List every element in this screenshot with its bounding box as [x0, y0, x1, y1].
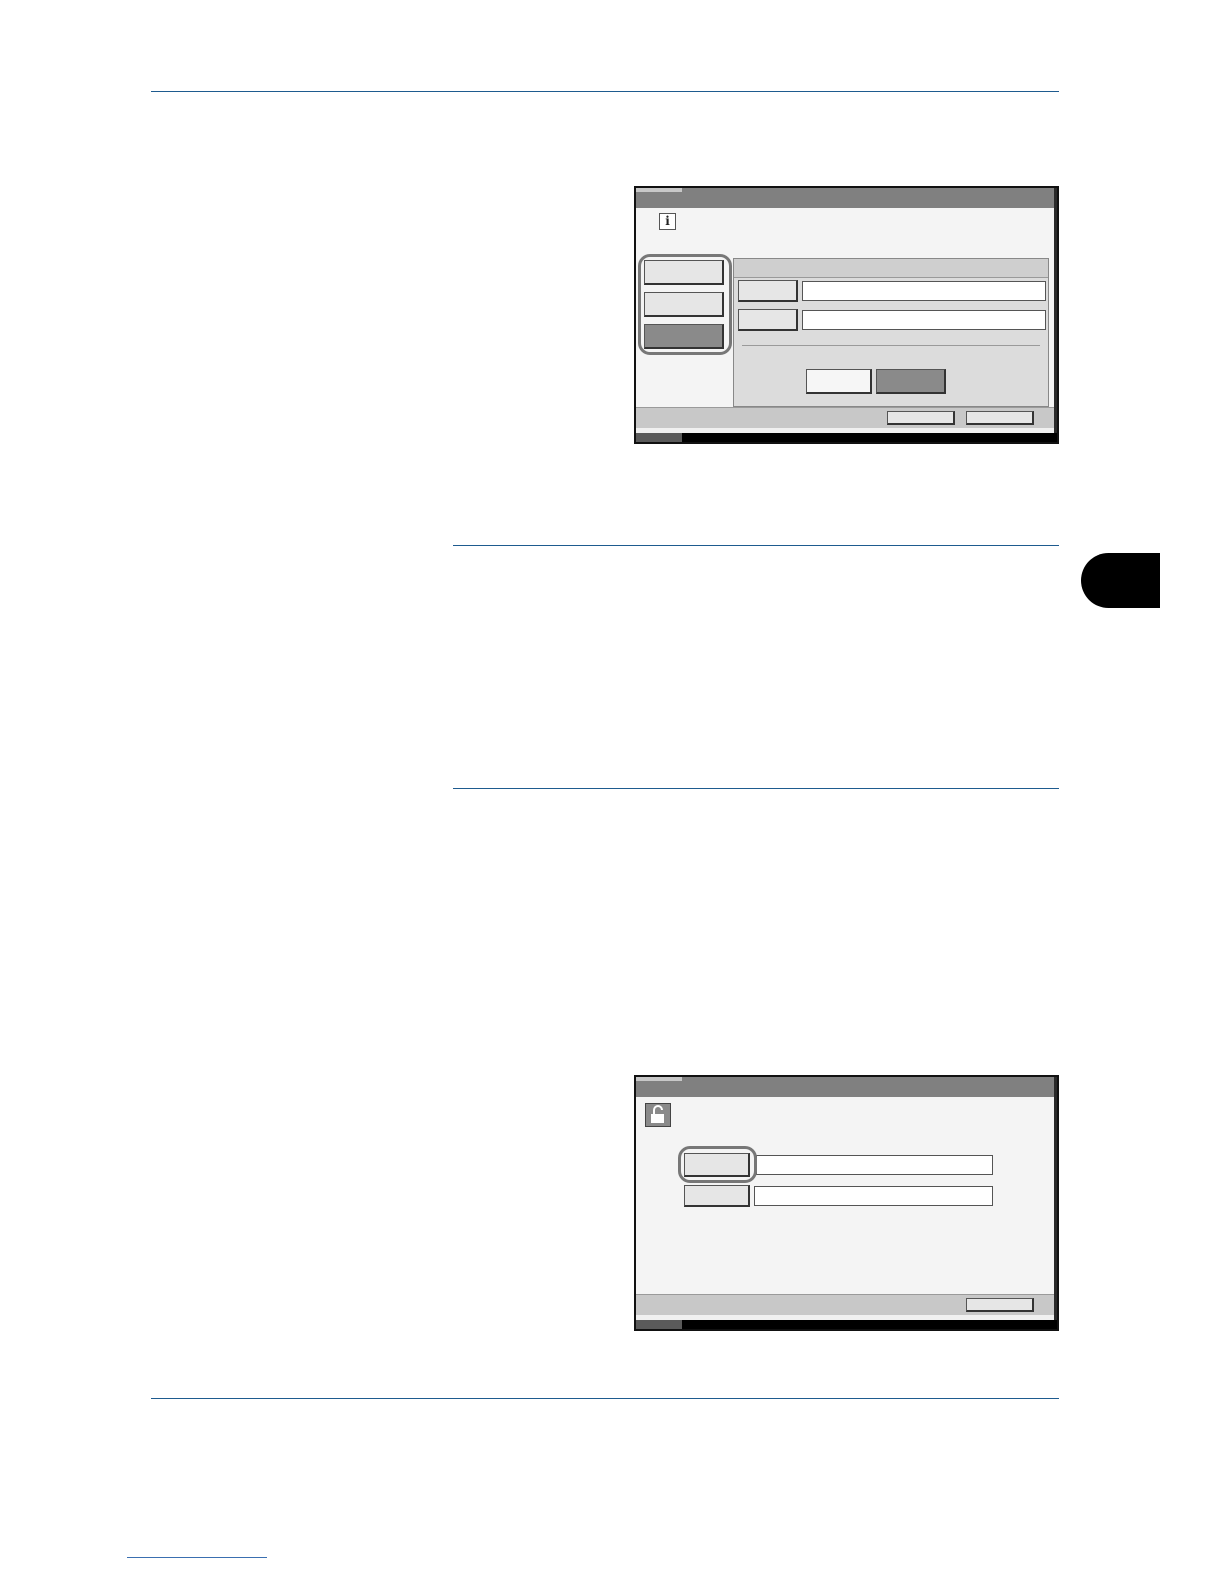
screen-footer [636, 407, 1054, 428]
login-field-button-2[interactable] [684, 1185, 750, 1207]
status-bar [636, 433, 1057, 442]
login-field-1[interactable] [756, 1155, 993, 1175]
highlight-login-field-button [678, 1146, 757, 1183]
text-field-1[interactable] [802, 281, 1046, 301]
footer-button-1[interactable] [966, 1298, 1034, 1312]
screen-body: i [636, 208, 1054, 407]
screen-body [636, 1097, 1054, 1294]
settings-panel [733, 258, 1049, 407]
section-rule-2 [453, 788, 1059, 789]
screen-title-bar [636, 1077, 1057, 1097]
panel-screenshot-2 [634, 1075, 1059, 1331]
info-icon: i [659, 213, 676, 230]
screen-title-bar [636, 188, 1057, 208]
footer-button-2[interactable] [966, 411, 1034, 425]
login-field-2[interactable] [754, 1186, 993, 1206]
chapter-tab [1081, 553, 1160, 608]
footer-rule [151, 1398, 1059, 1399]
unlock-icon [645, 1103, 671, 1127]
footer-link-underline [127, 1557, 267, 1558]
text-field-2[interactable] [802, 310, 1046, 330]
footer-button-1[interactable] [887, 411, 955, 425]
status-bar [636, 1320, 1057, 1329]
panel-screenshot-1: i [634, 186, 1059, 444]
highlight-side-buttons [638, 254, 732, 355]
panel-button-2[interactable] [876, 369, 946, 394]
screen-footer [636, 1294, 1054, 1315]
field-label-button-2[interactable] [738, 309, 798, 331]
panel-button-1[interactable] [806, 369, 872, 394]
header-rule [151, 91, 1059, 92]
unlock-glyph [651, 1105, 664, 1123]
field-label-button-1[interactable] [738, 280, 798, 302]
section-rule-1 [453, 545, 1059, 546]
